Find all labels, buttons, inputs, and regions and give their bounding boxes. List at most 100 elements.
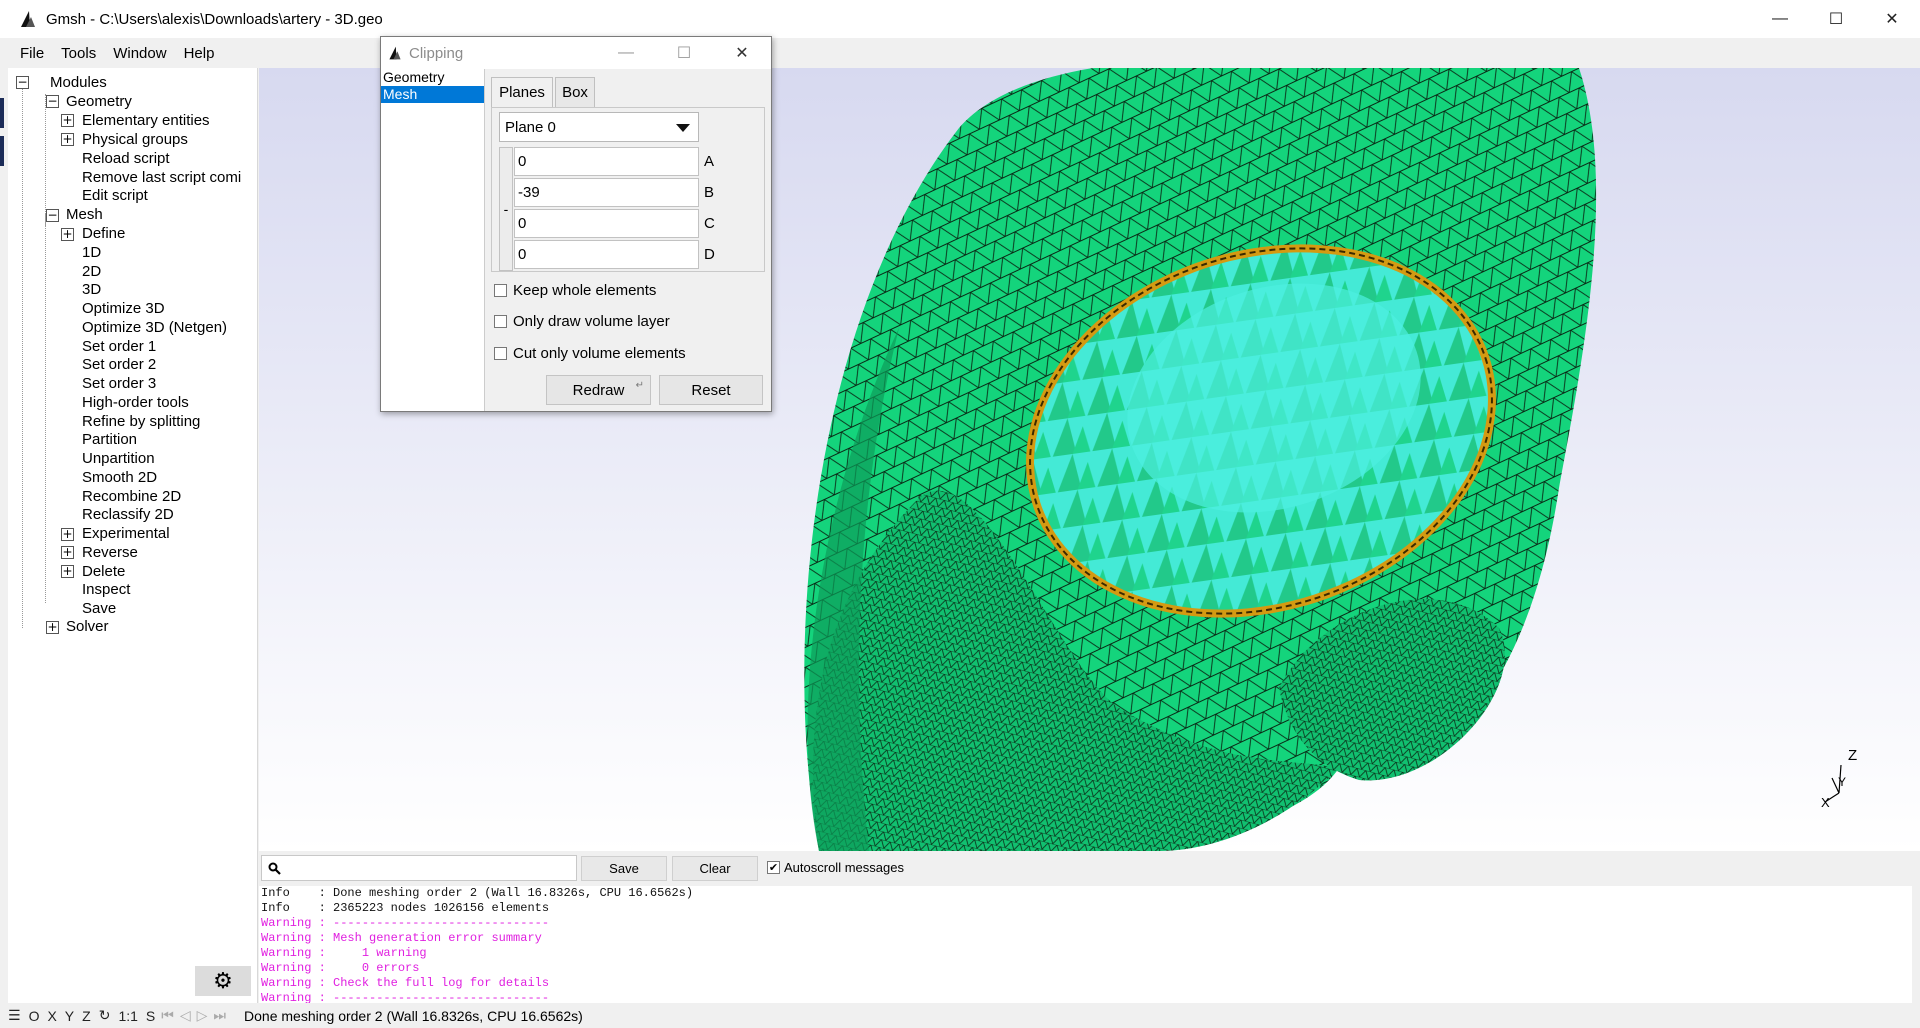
view-x-button[interactable]: X [47,1008,56,1024]
clipping-close-button[interactable]: ✕ [713,37,771,69]
menu-toggle-icon[interactable]: ☰ [8,1007,21,1024]
toggle-modules[interactable]: − [16,76,29,89]
tree-item-recombine-2d[interactable]: Recombine 2D [82,487,181,506]
play-icon[interactable]: ▷ [197,1007,208,1024]
clipping-titlebar[interactable]: Clipping — ☐ ✕ [381,37,771,69]
log-line: Warning : ------------------------------ [261,916,550,930]
keep-whole-elements-checkbox[interactable]: Keep whole elements [494,282,656,299]
autoscroll-checkbox[interactable]: ✔ Autoscroll messages [767,860,904,875]
checkbox-box[interactable] [494,347,507,360]
only-draw-volume-layer-checkbox[interactable]: Only draw volume layer [494,313,670,330]
tree-item-optimize-3d-netgen[interactable]: Optimize 3D (Netgen) [82,318,227,337]
plane-select[interactable]: Plane 0 [499,112,699,142]
coefficient-a-label: A [704,153,715,170]
menu-help[interactable]: Help [184,45,215,62]
clip-target-mesh[interactable]: Mesh [381,86,484,103]
clipping-target-list: Geometry Mesh [381,69,485,411]
tree-item-partition[interactable]: Partition [82,430,137,449]
toggle-solver[interactable]: + [46,621,59,634]
toggle-mesh[interactable]: − [46,209,59,222]
tree-item-unpartition[interactable]: Unpartition [82,449,155,468]
menu-window[interactable]: Window [113,45,166,62]
tab-box[interactable]: Box [555,77,595,107]
close-button[interactable]: ✕ [1864,0,1920,38]
checkbox-box[interactable] [494,284,507,297]
tree-item-save[interactable]: Save [82,599,116,618]
coefficient-b-label: B [704,184,715,201]
clipping-minimize-button[interactable]: — [597,37,655,69]
tab-planes[interactable]: Planes [491,77,553,107]
toggle-physical-groups[interactable]: + [61,133,74,146]
tree-item-experimental[interactable]: Experimental [82,524,170,543]
message-save-button[interactable]: Save [581,856,667,881]
tree-item-reclassify-2d[interactable]: Reclassify 2D [82,505,174,524]
message-log: Info : Done meshing order 2 (Wall 16.832… [259,886,1920,1003]
tree-item-refine-by-splitting[interactable]: Refine by splitting [82,412,200,431]
plane-select-value: Plane 0 [505,118,556,136]
menu-file[interactable]: File [20,45,44,62]
view-s-button[interactable]: S [146,1008,155,1024]
first-step-icon[interactable]: ⏮ [161,1007,174,1024]
last-step-icon[interactable]: ⏭ [213,1007,226,1024]
tree-item-set-order-3[interactable]: Set order 3 [82,374,156,393]
tree-item-2d[interactable]: 2D [82,262,101,281]
toggle-reverse[interactable]: + [61,546,74,559]
message-search-input[interactable] [261,855,577,881]
coefficient-b-input[interactable]: -39 [514,178,699,207]
coefficient-c-input[interactable]: 0 [514,209,699,238]
prev-step-icon[interactable]: ◁ [180,1007,191,1024]
tree-guide-line [22,76,23,628]
tree-item-remove-last-script[interactable]: Remove last script comi [82,168,241,187]
tree-item-smooth-2d[interactable]: Smooth 2D [82,468,157,487]
tree-item-solver[interactable]: Solver [66,617,109,636]
tree-item-delete[interactable]: Delete [82,562,125,581]
log-scrollbar[interactable] [1912,886,1920,1003]
tree-item-set-order-1[interactable]: Set order 1 [82,337,156,356]
tree-item-mesh[interactable]: Mesh [66,205,103,224]
message-clear-button[interactable]: Clear [672,856,758,881]
tree-item-reload-script[interactable]: Reload script [82,149,170,168]
tree-item-reverse[interactable]: Reverse [82,543,138,562]
rotate-icon[interactable]: ↻ [99,1007,111,1024]
tree-item-geometry[interactable]: Geometry [66,92,132,111]
return-key-icon: ↵ [635,380,644,391]
toggle-define[interactable]: + [61,228,74,241]
tree-item-physical-groups[interactable]: Physical groups [82,130,188,149]
tree-item-high-order-tools[interactable]: High-order tools [82,393,189,412]
coefficient-reset-button[interactable]: - [499,147,513,271]
toggle-experimental[interactable]: + [61,528,74,541]
view-z-button[interactable]: Z [82,1008,91,1024]
settings-button[interactable]: ⚙ [195,966,251,996]
redraw-button[interactable]: Redraw ↵ [546,375,651,405]
minimize-button[interactable]: — [1752,0,1808,38]
reset-button[interactable]: Reset [659,375,763,405]
tree-item-optimize-3d[interactable]: Optimize 3D [82,299,165,318]
log-line: Warning : 1 warning [261,946,427,960]
coefficient-d-input[interactable]: 0 [514,240,699,269]
tree-item-inspect[interactable]: Inspect [82,580,130,599]
tree-item-elementary-entities[interactable]: Elementary entities [82,111,210,130]
tree-item-set-order-2[interactable]: Set order 2 [82,355,156,374]
tree-item-edit-script[interactable]: Edit script [82,186,148,205]
tree-item-3d[interactable]: 3D [82,280,101,299]
clip-target-geometry[interactable]: Geometry [381,69,484,86]
toggle-delete[interactable]: + [61,565,74,578]
status-message: Done meshing order 2 (Wall 16.8326s, CPU… [244,1007,583,1024]
checkbox-box[interactable] [494,315,507,328]
autoscroll-check-mark[interactable]: ✔ [767,861,780,874]
menu-tools[interactable]: Tools [61,45,96,62]
coefficient-a-input[interactable]: 0 [514,147,699,176]
clipping-dialog: Clipping — ☐ ✕ Geometry Mesh Planes Box … [380,36,772,412]
tree-item-modules[interactable]: Modules [50,73,107,92]
view-origin-button[interactable]: O [29,1008,40,1024]
tree-item-define[interactable]: Define [82,224,125,243]
toggle-geometry[interactable]: − [46,95,59,108]
clipping-maximize-button[interactable]: ☐ [655,37,713,69]
tree-item-1d[interactable]: 1D [82,243,101,262]
scale-1-1-button[interactable]: 1:1 [118,1008,137,1024]
log-line: Warning : Check the full log for details [261,976,550,990]
maximize-button[interactable]: ☐ [1808,0,1864,38]
cut-only-volume-elements-checkbox[interactable]: Cut only volume elements [494,345,686,362]
view-y-button[interactable]: Y [65,1008,74,1024]
toggle-elementary-entities[interactable]: + [61,114,74,127]
